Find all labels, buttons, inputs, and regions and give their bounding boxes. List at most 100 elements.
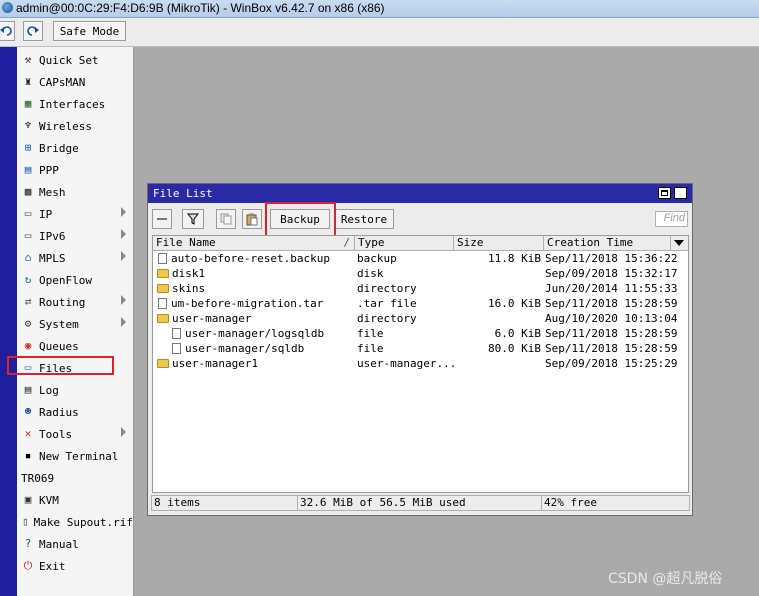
file-table: File Name / Type Size Creation Time auto…	[152, 235, 689, 493]
column-header-creation-time[interactable]: Creation Time	[544, 236, 671, 250]
copy-button[interactable]	[216, 209, 236, 229]
column-menu-button[interactable]	[671, 237, 687, 249]
sidebar-item-label: Bridge	[39, 141, 79, 155]
file-size-cell: 6.0 KiB	[494, 327, 541, 340]
submenu-arrow-icon	[121, 295, 126, 305]
log-icon: ▤	[24, 383, 32, 396]
redo-button[interactable]	[23, 21, 43, 41]
creation-time-cell: Jun/20/2014 11:55:33	[545, 282, 678, 295]
filter-button[interactable]	[182, 209, 204, 229]
file-icon	[172, 343, 181, 354]
file-name-cell: disk1	[157, 266, 354, 281]
sidebar-item-routing[interactable]: ⇄ Routing	[17, 291, 133, 313]
table-row[interactable]: user-manager directory Aug/10/2020 10:13:0…	[153, 311, 688, 326]
status-bar: 8 items 32.6 MiB of 56.5 MiB used 42% fr…	[151, 495, 690, 511]
sidebar-item-quick-set[interactable]: ⚒ Quick Set	[17, 49, 133, 71]
redo-icon	[27, 26, 39, 36]
sidebar-item-label: Mesh	[39, 185, 66, 199]
radius-icon: ☻	[24, 405, 32, 418]
file-name-cell: user-manager	[157, 311, 354, 326]
file-type-cell: .tar file	[357, 297, 417, 310]
table-row[interactable]: auto-before-reset.backup backup 11.8 KiB Se…	[153, 251, 688, 266]
column-label: Type	[358, 236, 385, 249]
find-input[interactable]: Find	[655, 211, 688, 227]
table-row[interactable]: user-manager/sqldb file 80.0 KiB Sep/11/201…	[153, 341, 688, 356]
table-row[interactable]: skins directory Jun/20/2014 11:55:33	[153, 281, 688, 296]
file-size-cell	[453, 266, 541, 281]
paste-button[interactable]	[242, 209, 262, 229]
sidebar-item-label: IPv6	[39, 229, 66, 243]
close-button[interactable]: ×	[674, 187, 687, 199]
column-label: Size	[457, 236, 484, 249]
file-name: skins	[172, 282, 206, 295]
sidebar-item-radius[interactable]: ☻ Radius	[17, 401, 133, 423]
column-header-file-name[interactable]: File Name /	[153, 236, 355, 250]
file-list-titlebar[interactable]: File List ×	[148, 184, 692, 203]
restore-button[interactable]: Restore	[334, 209, 394, 229]
sidebar-item-label: PPP	[39, 163, 59, 177]
table-row[interactable]: user-manager1 user-manager... Sep/09/2018 …	[153, 356, 688, 371]
sidebar-item-label: IP	[39, 207, 53, 221]
table-row[interactable]: disk1 disk Sep/09/2018 15:32:17	[153, 266, 688, 281]
creation-time-cell: Sep/09/2018 15:32:17	[545, 267, 678, 280]
column-label: File Name	[156, 236, 216, 249]
creation-time-cell: Sep/11/2018 15:28:59	[545, 327, 678, 340]
sidebar-item-label: MPLS	[39, 251, 66, 265]
remove-button[interactable]	[152, 209, 172, 229]
copy-icon	[220, 213, 232, 225]
file-icon	[158, 253, 167, 264]
column-label: Creation Time	[547, 236, 634, 249]
sidebar-item-kvm[interactable]: ▣ KVM	[17, 489, 133, 511]
sidebar-item-label: KVM	[39, 493, 59, 507]
file-name-cell: user-manager/logsqldb	[157, 326, 354, 341]
sidebar-item-queues[interactable]: ◉ Queues	[17, 335, 133, 357]
sidebar-item-mpls[interactable]: ⌂ MPLS	[17, 247, 133, 269]
file-type-cell: backup	[357, 252, 397, 265]
sidebar-item-exit[interactable]: ⏻ Exit	[17, 555, 133, 577]
sidebar-item-ipv6[interactable]: ▭ IPv6	[17, 225, 133, 247]
file-size-cell	[453, 281, 541, 296]
chevron-down-icon	[674, 240, 684, 246]
sidebar-item-label: Radius	[39, 405, 79, 419]
column-header-size[interactable]: Size	[454, 236, 544, 250]
sidebar-item-mesh[interactable]: ▩ Mesh	[17, 181, 133, 203]
file-size-cell: 80.0 KiB	[488, 342, 541, 355]
ppp-icon: ▤	[24, 163, 32, 176]
folder-icon	[157, 359, 169, 368]
sidebar-item-tools[interactable]: ✕ Tools	[17, 423, 133, 445]
file-name: user-manager/sqldb	[185, 342, 305, 355]
sidebar-item-make-supout-rif[interactable]: ▯ Make Supout.rif	[17, 511, 133, 533]
file-type-cell: file	[357, 342, 384, 355]
sidebar-item-interfaces[interactable]: ▦ Interfaces	[17, 93, 133, 115]
sidebar-item-manual[interactable]: ? Manual	[17, 533, 133, 555]
sidebar-item-ip[interactable]: ▭ IP	[17, 203, 133, 225]
sidebar-item-capsman[interactable]: ♜ CAPsMAN	[17, 71, 133, 93]
sidebar-item-ppp[interactable]: ▤ PPP	[17, 159, 133, 181]
sidebar-item-wireless[interactable]: ♆ Wireless	[17, 115, 133, 137]
safe-mode-button[interactable]: Safe Mode	[53, 21, 126, 41]
sidebar-item-label: Wireless	[39, 119, 92, 133]
sidebar-item-new-terminal[interactable]: ▪ New Terminal	[17, 445, 133, 467]
sidebar-item-tr069[interactable]: TR069	[17, 467, 133, 489]
ipv6-icon: ▭	[24, 229, 32, 242]
file-type-cell: file	[357, 327, 384, 340]
sidebar-item-bridge[interactable]: ⊞ Bridge	[17, 137, 133, 159]
sidebar-item-label: Log	[39, 383, 59, 397]
sidebar-item-system[interactable]: ⚙ System	[17, 313, 133, 335]
maximize-button[interactable]	[658, 187, 671, 199]
table-row[interactable]: user-manager/logsqldb file 6.0 KiB Sep/11/2…	[153, 326, 688, 341]
file-name-cell: auto-before-reset.backup	[157, 251, 354, 266]
undo-button[interactable]	[0, 21, 15, 41]
file-icon	[172, 328, 181, 339]
file-name-cell: user-manager1	[157, 356, 354, 371]
creation-time-cell: Aug/10/2020 10:13:04	[545, 312, 678, 325]
sidebar-item-label: OpenFlow	[39, 273, 92, 287]
sidebar-item-openflow[interactable]: ↻ OpenFlow	[17, 269, 133, 291]
sidebar-item-label: Exit	[39, 559, 66, 573]
column-header-type[interactable]: Type	[355, 236, 454, 250]
sidebar-item-log[interactable]: ▤ Log	[17, 379, 133, 401]
file-size-cell	[453, 311, 541, 326]
table-row[interactable]: um-before-migration.tar .tar file 16.0 KiB…	[153, 296, 688, 311]
ip-icon: ▭	[24, 207, 32, 220]
submenu-arrow-icon	[121, 317, 126, 327]
